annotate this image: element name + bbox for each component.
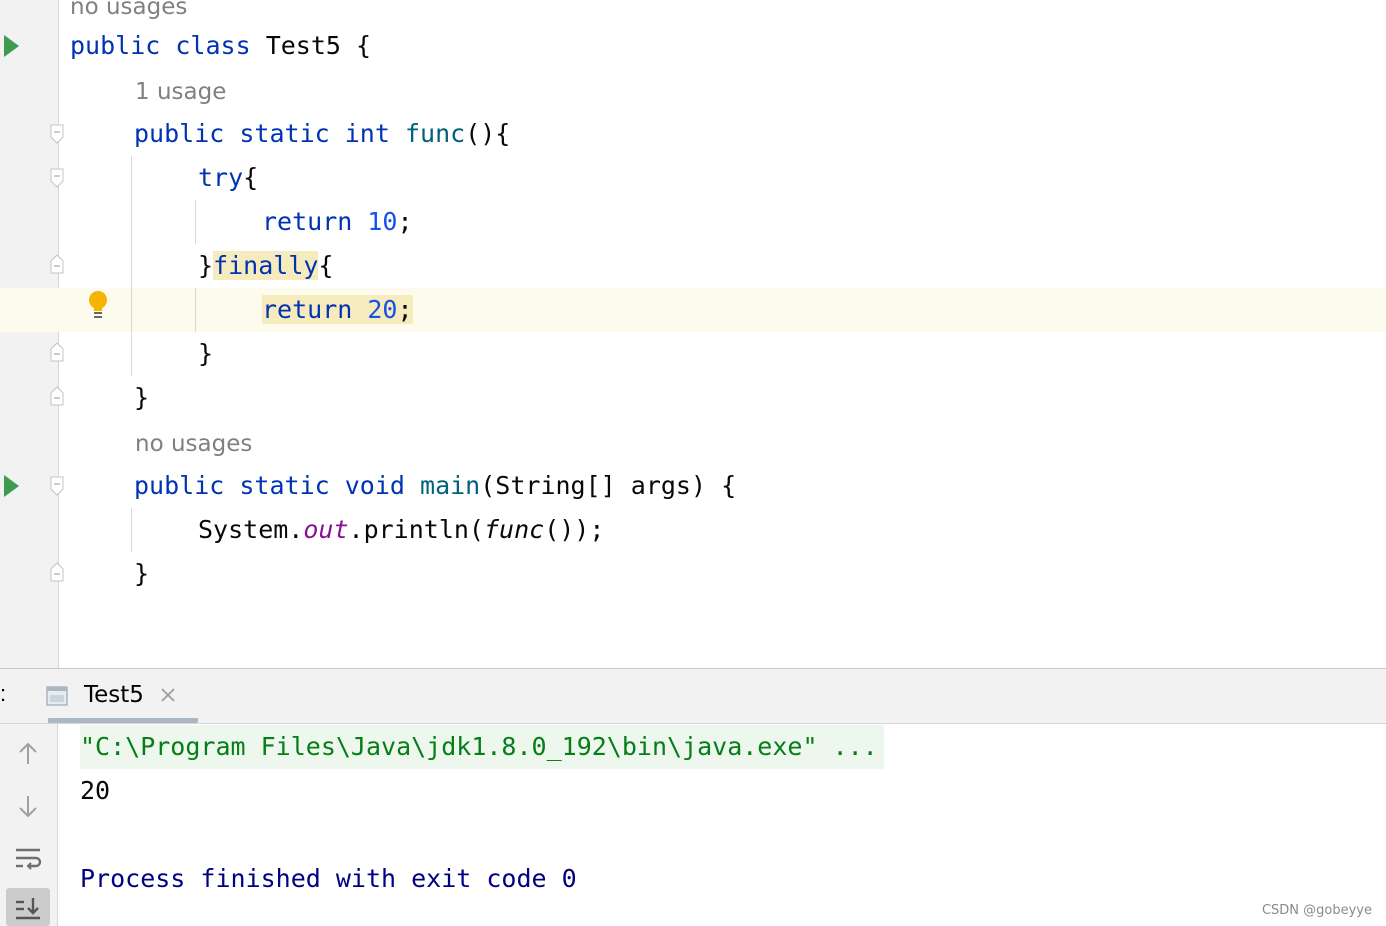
code-punctuation: } bbox=[198, 339, 214, 368]
code-line[interactable]: } bbox=[134, 552, 149, 596]
fold-end-icon[interactable] bbox=[50, 342, 64, 362]
down-arrow-icon[interactable] bbox=[12, 790, 44, 822]
run-tool-window: : Test5 "C:\Program Files\Java\jdk1.8.0_… bbox=[0, 668, 1386, 926]
keyword: public bbox=[70, 31, 161, 60]
fold-start-icon[interactable] bbox=[50, 168, 64, 188]
close-icon[interactable] bbox=[159, 686, 177, 704]
usages-hint[interactable]: no usages bbox=[70, 0, 187, 22]
code-line[interactable]: return 10; bbox=[262, 200, 413, 244]
code-punctuation: ; bbox=[397, 207, 413, 236]
console-toolbar bbox=[0, 724, 58, 926]
code-line[interactable]: } bbox=[134, 376, 149, 420]
soft-wrap-icon[interactable] bbox=[12, 842, 44, 874]
code-punctuation: (String[] args) { bbox=[480, 471, 737, 500]
fold-end-icon[interactable] bbox=[50, 254, 64, 274]
fold-start-icon[interactable] bbox=[50, 476, 64, 496]
code-punctuation: ; bbox=[397, 295, 413, 324]
run-main-icon[interactable] bbox=[4, 475, 19, 497]
keyword: return bbox=[262, 207, 353, 236]
code-punctuation: } bbox=[134, 559, 150, 588]
up-arrow-icon[interactable] bbox=[12, 738, 44, 770]
keyword: class bbox=[175, 31, 251, 60]
code-line[interactable]: public static int func(){ bbox=[134, 112, 510, 156]
watermark: CSDN @gobeyye bbox=[1261, 903, 1372, 918]
indent-guide bbox=[131, 156, 132, 376]
fold-end-icon[interactable] bbox=[50, 386, 64, 406]
code-punctuation: ()); bbox=[544, 515, 605, 544]
console-command-line[interactable]: "C:\Program Files\Java\jdk1.8.0_192\bin\… bbox=[80, 725, 884, 769]
function-name: main bbox=[420, 471, 481, 500]
run-tab-bar: : Test5 bbox=[0, 669, 1386, 724]
fold-end-icon[interactable] bbox=[50, 562, 64, 582]
number-literal: 10 bbox=[367, 207, 398, 236]
code-punctuation: (){ bbox=[465, 119, 511, 148]
keyword: return bbox=[262, 295, 353, 324]
static-field: out bbox=[303, 515, 349, 544]
class-name: Test5 { bbox=[265, 31, 372, 60]
code-line[interactable]: } bbox=[198, 332, 213, 376]
indent-guide bbox=[131, 508, 132, 552]
code-line[interactable]: public class Test5 { bbox=[70, 24, 371, 68]
keyword: try bbox=[198, 163, 244, 192]
console-exit-message[interactable]: Process finished with exit code 0 bbox=[80, 857, 577, 901]
usages-hint[interactable]: 1 usage bbox=[135, 77, 226, 107]
code-line[interactable]: }finally{ bbox=[198, 244, 333, 288]
code-punctuation: } bbox=[134, 383, 150, 412]
current-line-highlight bbox=[0, 288, 1386, 332]
keyword: static bbox=[239, 471, 330, 500]
keyword: static bbox=[239, 119, 330, 148]
indent-guide bbox=[195, 200, 196, 244]
function-name: func bbox=[404, 119, 466, 148]
code-punctuation: { bbox=[243, 163, 259, 192]
usages-hint[interactable]: no usages bbox=[135, 429, 252, 459]
code-punctuation: { bbox=[318, 251, 334, 280]
indent-guide bbox=[195, 288, 196, 332]
keyword: int bbox=[344, 119, 390, 148]
code-punctuation: } bbox=[198, 251, 214, 280]
run-class-icon[interactable] bbox=[4, 35, 19, 57]
fold-start-icon[interactable] bbox=[50, 124, 64, 144]
panel-title-colon: : bbox=[0, 681, 7, 706]
code-line[interactable]: public static void main(String[] args) { bbox=[134, 464, 736, 508]
method-call: func bbox=[483, 515, 545, 544]
scroll-to-end-icon[interactable] bbox=[12, 892, 44, 924]
code-line[interactable]: try{ bbox=[198, 156, 258, 200]
method-call: .println( bbox=[348, 515, 484, 544]
keyword: finally bbox=[213, 251, 319, 280]
keyword: public bbox=[134, 471, 225, 500]
console-output[interactable]: 20 bbox=[80, 769, 110, 813]
number-literal: 20 bbox=[367, 295, 398, 324]
console-tab-icon bbox=[46, 686, 68, 706]
code-editor[interactable]: no usages 1 usage no usages public class… bbox=[0, 0, 1386, 668]
active-tab-indicator bbox=[48, 718, 198, 723]
run-tab-test5[interactable]: Test5 bbox=[84, 682, 144, 708]
class-name: System. bbox=[198, 515, 304, 544]
lightbulb-icon[interactable] bbox=[86, 290, 110, 320]
code-line[interactable]: return 20; bbox=[262, 288, 413, 332]
keyword: void bbox=[344, 471, 405, 500]
keyword: public bbox=[134, 119, 225, 148]
code-line[interactable]: System.out.println(func()); bbox=[198, 508, 604, 552]
